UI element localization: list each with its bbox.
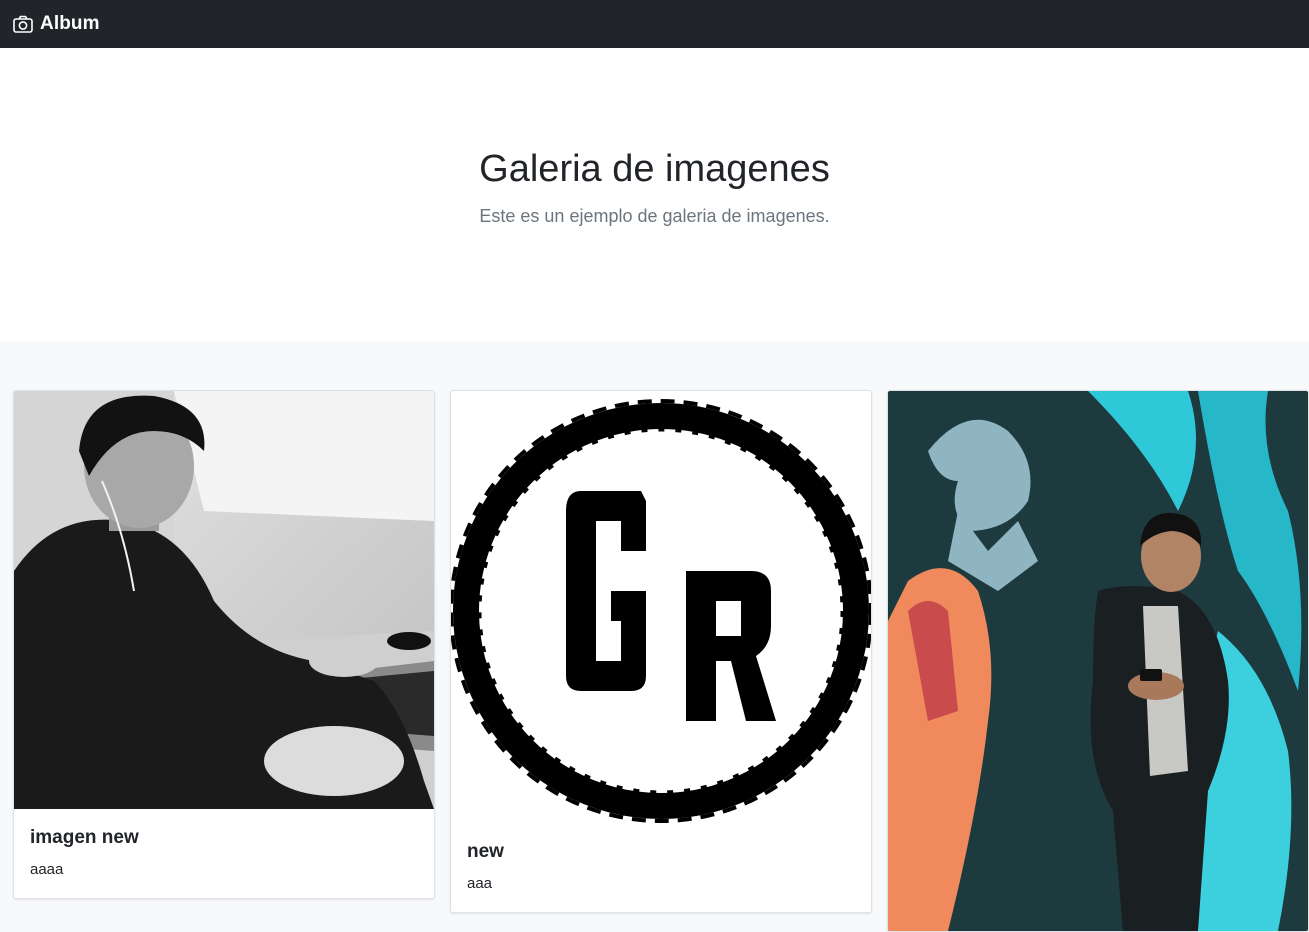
brand-label: Album — [40, 13, 100, 34]
gallery-card[interactable]: new aaa — [450, 390, 872, 913]
card-text: aaa — [467, 875, 493, 892]
card-title: imagen new — [30, 827, 139, 848]
card-image[interactable] — [14, 391, 434, 809]
gallery-card[interactable] — [887, 390, 1309, 932]
gallery-card[interactable]: imagen new aaaa — [13, 390, 435, 899]
page-title: Galeria de imagenes — [479, 148, 830, 190]
card-title: new — [467, 841, 504, 862]
navbar: Album — [0, 0, 1309, 48]
card-text: aaaa — [30, 861, 64, 878]
card-image[interactable] — [888, 391, 1308, 931]
brand-link[interactable]: Album — [13, 13, 100, 35]
page-subtitle: Este es un ejemplo de galeria de imagene… — [479, 206, 830, 226]
album-section: imagen new aaaa new aaa — [0, 342, 1309, 932]
hero-section: Galeria de imagenes Este es un ejemplo d… — [0, 48, 1309, 342]
card-image[interactable] — [451, 391, 871, 823]
camera-icon — [13, 15, 40, 33]
